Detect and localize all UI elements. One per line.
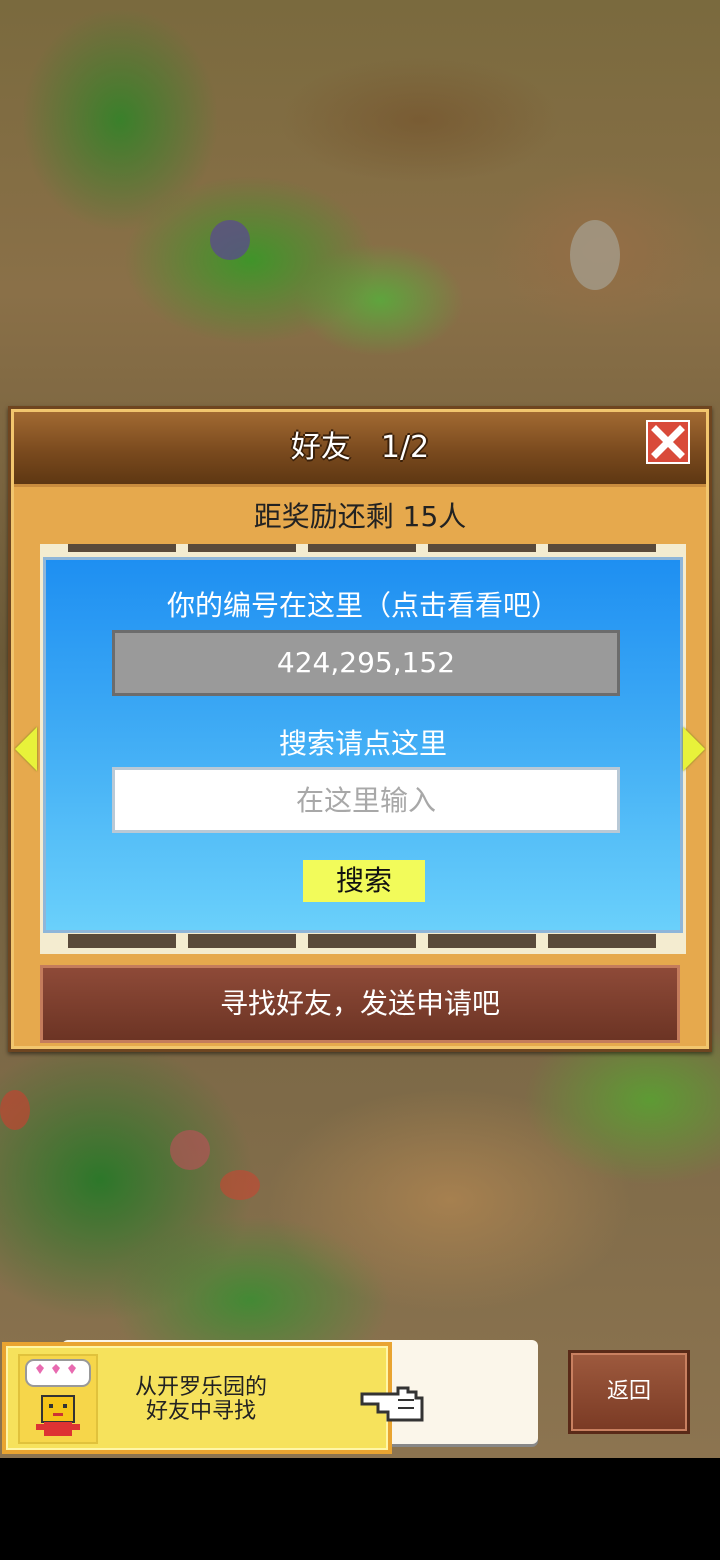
- reward-remaining-text: 距奖励还剩 15人: [253, 500, 467, 533]
- previous-page-arrow-icon[interactable]: [15, 727, 37, 771]
- board-tab: [428, 544, 536, 552]
- background-character: [210, 220, 250, 260]
- board-tab: [548, 934, 656, 948]
- board-tab: [308, 934, 416, 948]
- dialog-title: 好友 1/2: [290, 430, 430, 465]
- id-caption: 你的编号在这里（点击看看吧）: [166, 589, 559, 622]
- board-tab: [68, 934, 176, 948]
- board-tab: [68, 544, 176, 552]
- close-button[interactable]: [646, 420, 690, 464]
- board-tab: [428, 934, 536, 948]
- pointing-hand-icon: [358, 1380, 428, 1430]
- banner-line-1: 从开罗乐园的: [134, 1375, 267, 1400]
- dialog-header: 好友 1/2: [14, 412, 706, 487]
- kairobot-avatar: [18, 1354, 98, 1444]
- friends-dialog: 好友 1/2 距奖励还剩 15人 你的编号在这里（点击看看吧） 424,295,…: [8, 406, 712, 1052]
- board-tab: [548, 544, 656, 552]
- banner-text: 从开罗乐园的 好友中寻找: [116, 1376, 286, 1424]
- background-character: [570, 220, 620, 290]
- board-tab: [308, 544, 416, 552]
- search-caption: 搜索请点这里: [278, 727, 447, 760]
- search-button[interactable]: 搜索: [303, 860, 425, 902]
- background-flower: [0, 1090, 30, 1130]
- background-flower: [170, 1130, 210, 1170]
- board-tab: [188, 934, 296, 948]
- kairobot-icon: [25, 1359, 91, 1436]
- next-page-arrow-icon[interactable]: [683, 727, 705, 771]
- back-button[interactable]: 返回: [568, 1350, 690, 1434]
- find-friends-button[interactable]: 寻找好友，发送申请吧: [40, 965, 680, 1043]
- friend-search-input[interactable]: [112, 767, 620, 833]
- my-id-display[interactable]: 424,295,152: [112, 630, 620, 696]
- bottom-black-bar: [0, 1458, 720, 1560]
- board-tab: [188, 544, 296, 552]
- close-icon: [651, 425, 685, 459]
- friend-id-panel: 你的编号在这里（点击看看吧） 424,295,152 搜索请点这里 搜索: [43, 557, 683, 933]
- background-flower: [220, 1170, 260, 1200]
- banner-line-2: 好友中寻找: [145, 1399, 256, 1424]
- kairo-park-friends-banner[interactable]: 从开罗乐园的 好友中寻找: [2, 1342, 392, 1454]
